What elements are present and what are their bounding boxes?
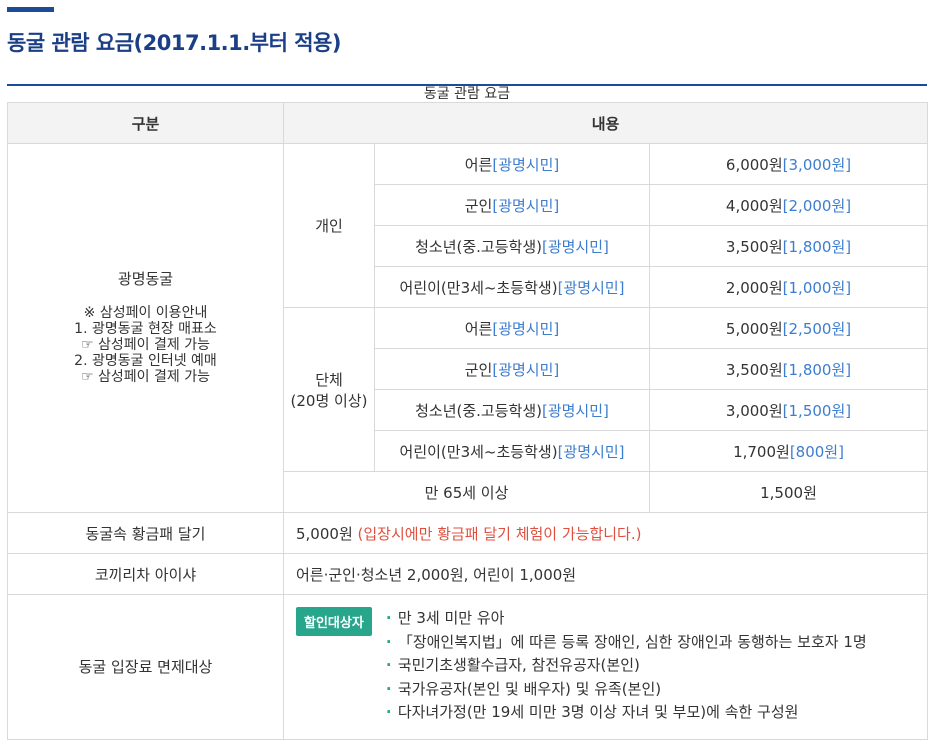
fare-price: 4,000원 [725, 196, 783, 215]
senior-label: 만 65세 이상 [283, 471, 650, 513]
fare-type: 군인 [464, 360, 493, 379]
fare-type: 청소년(중.고등학생) [415, 401, 542, 420]
citizen-tag: [광명시민] [557, 278, 625, 297]
group-sublabel: (20명 이상) [290, 391, 368, 410]
fare-price: 3,000원 [725, 401, 783, 420]
citizen-price: [1,800원] [782, 360, 852, 379]
fare-type: 어린이(만3세~초등학생) [399, 278, 558, 297]
fee-table: 구분 내용 광명동굴 ※ 삼성페이 이용안내 1. 광명동굴 현장 매표소 ☞ … [7, 102, 929, 740]
citizen-tag: [광명시민] [492, 360, 560, 379]
fare-type: 어른 [464, 155, 493, 174]
cave-cell: 광명동굴 ※ 삼성페이 이용안내 1. 광명동굴 현장 매표소 ☞ 삼성페이 결… [7, 143, 284, 513]
elephant-train-label: 코끼리차 아이샤 [7, 553, 284, 595]
samsung-pay-note-4: ☞ 삼성페이 결제 가능 [81, 369, 210, 385]
citizen-price: [3,000원] [782, 155, 852, 174]
fare-price: 1,700원 [733, 442, 790, 461]
fare-type: 어린이(만3세~초등학생) [399, 442, 558, 461]
header-content: 내용 [282, 102, 929, 144]
samsung-pay-title: ※ 삼성페이 이용안내 [83, 305, 208, 321]
group-label: 단체 [315, 370, 343, 389]
exemption-label: 동굴 입장료 면제대상 [7, 594, 284, 740]
list-item: 국가유공자(본인 및 배우자) 및 유족(본인) [386, 678, 867, 702]
header-category: 구분 [7, 102, 284, 144]
table-row: 광명동굴 ※ 삼성페이 이용안내 1. 광명동굴 현장 매표소 ☞ 삼성페이 결… [7, 143, 929, 513]
title-accent-bar [7, 7, 54, 12]
exemption-list: 만 3세 미만 유아 「장애인복지법」에 따른 등록 장애인, 심한 장애인과 … [386, 607, 867, 725]
table-row: 동굴 입장료 면제대상 할인대상자 만 3세 미만 유아 「장애인복지법」에 따… [7, 594, 929, 740]
gold-plaque-label: 동굴속 황금패 달기 [7, 512, 284, 554]
list-item: 다자녀가정(만 19세 미만 3명 이상 자녀 및 부모)에 속한 구성원 [386, 701, 867, 725]
citizen-price: [800원] [789, 442, 844, 461]
citizen-tag: [광명시민] [492, 196, 560, 215]
citizen-price: [2,500원] [782, 319, 852, 338]
samsung-pay-note-1: 1. 광명동굴 현장 매표소 [74, 321, 217, 337]
fare-type: 어른 [464, 319, 493, 338]
citizen-tag: [광명시민] [492, 319, 560, 338]
table-row: 코끼리차 아이샤 어른·군인·청소년 2,000원, 어린이 1,000원 [7, 553, 929, 595]
fare-type: 군인 [464, 196, 493, 215]
gold-plaque-price: 5,000원 [296, 524, 353, 543]
discount-badge: 할인대상자 [296, 607, 372, 636]
samsung-pay-note-2: ☞ 삼성페이 결제 가능 [81, 337, 210, 353]
citizen-price: [1,500원] [782, 401, 852, 420]
fare-price: 6,000원 [725, 155, 783, 174]
citizen-tag: [광명시민] [492, 155, 560, 174]
fare-price: 3,500원 [725, 237, 783, 256]
senior-price: 1,500원 [648, 471, 929, 513]
elephant-train-price: 어른·군인·청소년 2,000원, 어린이 1,000원 [282, 553, 929, 595]
samsung-pay-note-3: 2. 광명동굴 인터넷 예매 [74, 353, 217, 369]
individual-label: 개인 [283, 143, 375, 308]
cave-name: 광명동굴 [117, 270, 174, 288]
fare-type: 청소년(중.고등학생) [415, 237, 542, 256]
citizen-price: [1,800원] [782, 237, 852, 256]
table-caption: 동굴 관람 요금 [423, 86, 511, 102]
citizen-price: [2,000원] [782, 196, 852, 215]
fare-price: 2,000원 [725, 278, 783, 297]
page-title: 동굴 관람 요금(2017.1.1.부터 적용) [7, 31, 341, 55]
list-item: 「장애인복지법」에 따른 등록 장애인, 심한 장애인과 동행하는 보호자 1명 [386, 631, 867, 655]
table-row: 동굴속 황금패 달기 5,000원 (입장시에만 황금패 달기 체험이 가능합니… [7, 512, 929, 554]
citizen-price: [1,000원] [782, 278, 852, 297]
citizen-tag: [광명시민] [541, 401, 609, 420]
citizen-tag: [광명시민] [541, 237, 609, 256]
fare-price: 5,000원 [725, 319, 783, 338]
group-label-cell: 단체 (20명 이상) [283, 307, 375, 472]
citizen-tag: [광명시민] [557, 442, 625, 461]
fare-price: 3,500원 [725, 360, 783, 379]
list-item: 만 3세 미만 유아 [386, 607, 867, 631]
list-item: 국민기초생활수급자, 참전유공자(본인) [386, 654, 867, 678]
gold-plaque-note: (입장시에만 황금패 달기 체험이 가능합니다.) [357, 524, 642, 543]
